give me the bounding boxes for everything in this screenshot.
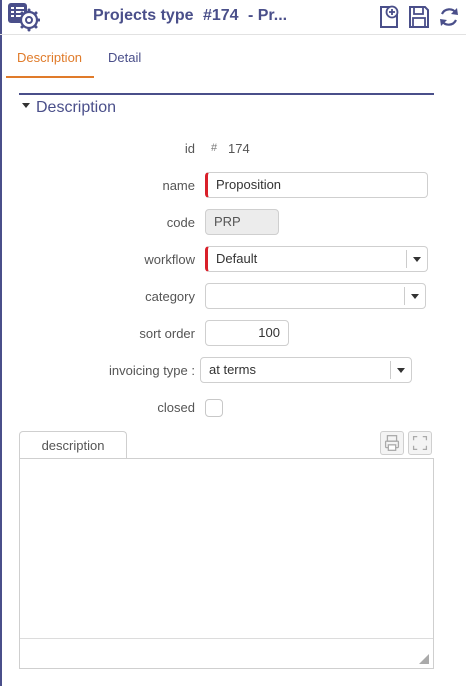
save-icon[interactable]	[407, 4, 431, 30]
name-label: name	[162, 178, 195, 193]
editor-status-bar	[20, 638, 433, 668]
description-editor[interactable]	[19, 458, 434, 669]
tab-detail[interactable]: Detail	[97, 44, 152, 76]
resize-grip-icon[interactable]	[419, 654, 429, 664]
hash-symbol: #	[211, 142, 218, 154]
sort-order-field[interactable]: 100	[205, 320, 289, 346]
section-divider	[19, 93, 434, 95]
tab-description[interactable]: Description	[6, 44, 94, 78]
section-title: Description	[36, 99, 117, 116]
code-field[interactable]: PRP	[205, 209, 279, 235]
id-label: id	[184, 141, 195, 156]
page-title: Projects type #174 - Pr...	[93, 7, 292, 25]
code-label: code	[166, 215, 195, 230]
sort-order-label: sort order	[139, 326, 195, 341]
title-name: - Pr...	[247, 7, 288, 24]
projects-type-gear-icon	[8, 3, 40, 32]
id-value: 174	[228, 141, 250, 156]
chevron-down-icon[interactable]	[390, 361, 411, 379]
invoicing-type-label: invoicing type :	[109, 363, 195, 378]
code-value: PRP	[214, 214, 241, 229]
workflow-select[interactable]: Default	[205, 246, 428, 272]
new-document-icon[interactable]	[377, 4, 401, 30]
chevron-down-icon[interactable]	[406, 250, 427, 268]
left-edge-bar	[0, 0, 2, 686]
description-editor-tab[interactable]: description	[19, 431, 127, 459]
fullscreen-icon[interactable]	[408, 431, 432, 455]
name-field[interactable]: Proposition	[205, 172, 428, 198]
print-icon[interactable]	[380, 431, 404, 455]
collapse-triangle-icon[interactable]	[22, 103, 30, 109]
title-text: Projects type	[93, 7, 194, 24]
name-value: Proposition	[216, 177, 282, 192]
category-select[interactable]	[205, 283, 426, 309]
sort-order-value: 100	[258, 325, 280, 340]
invoicing-type-value: at terms	[209, 362, 256, 377]
title-id: #174	[202, 7, 239, 24]
section-header[interactable]: Description	[22, 99, 116, 117]
workflow-value: Default	[216, 251, 258, 266]
invoicing-type-select[interactable]: at terms	[200, 357, 412, 383]
chevron-down-icon[interactable]	[404, 287, 425, 305]
closed-checkbox[interactable]	[205, 399, 223, 417]
category-label: category	[145, 289, 195, 304]
header-bar: Projects type #174 - Pr...	[0, 0, 466, 35]
refresh-icon[interactable]	[437, 4, 461, 30]
closed-label: closed	[157, 400, 195, 415]
workflow-label: workflow	[144, 252, 195, 267]
